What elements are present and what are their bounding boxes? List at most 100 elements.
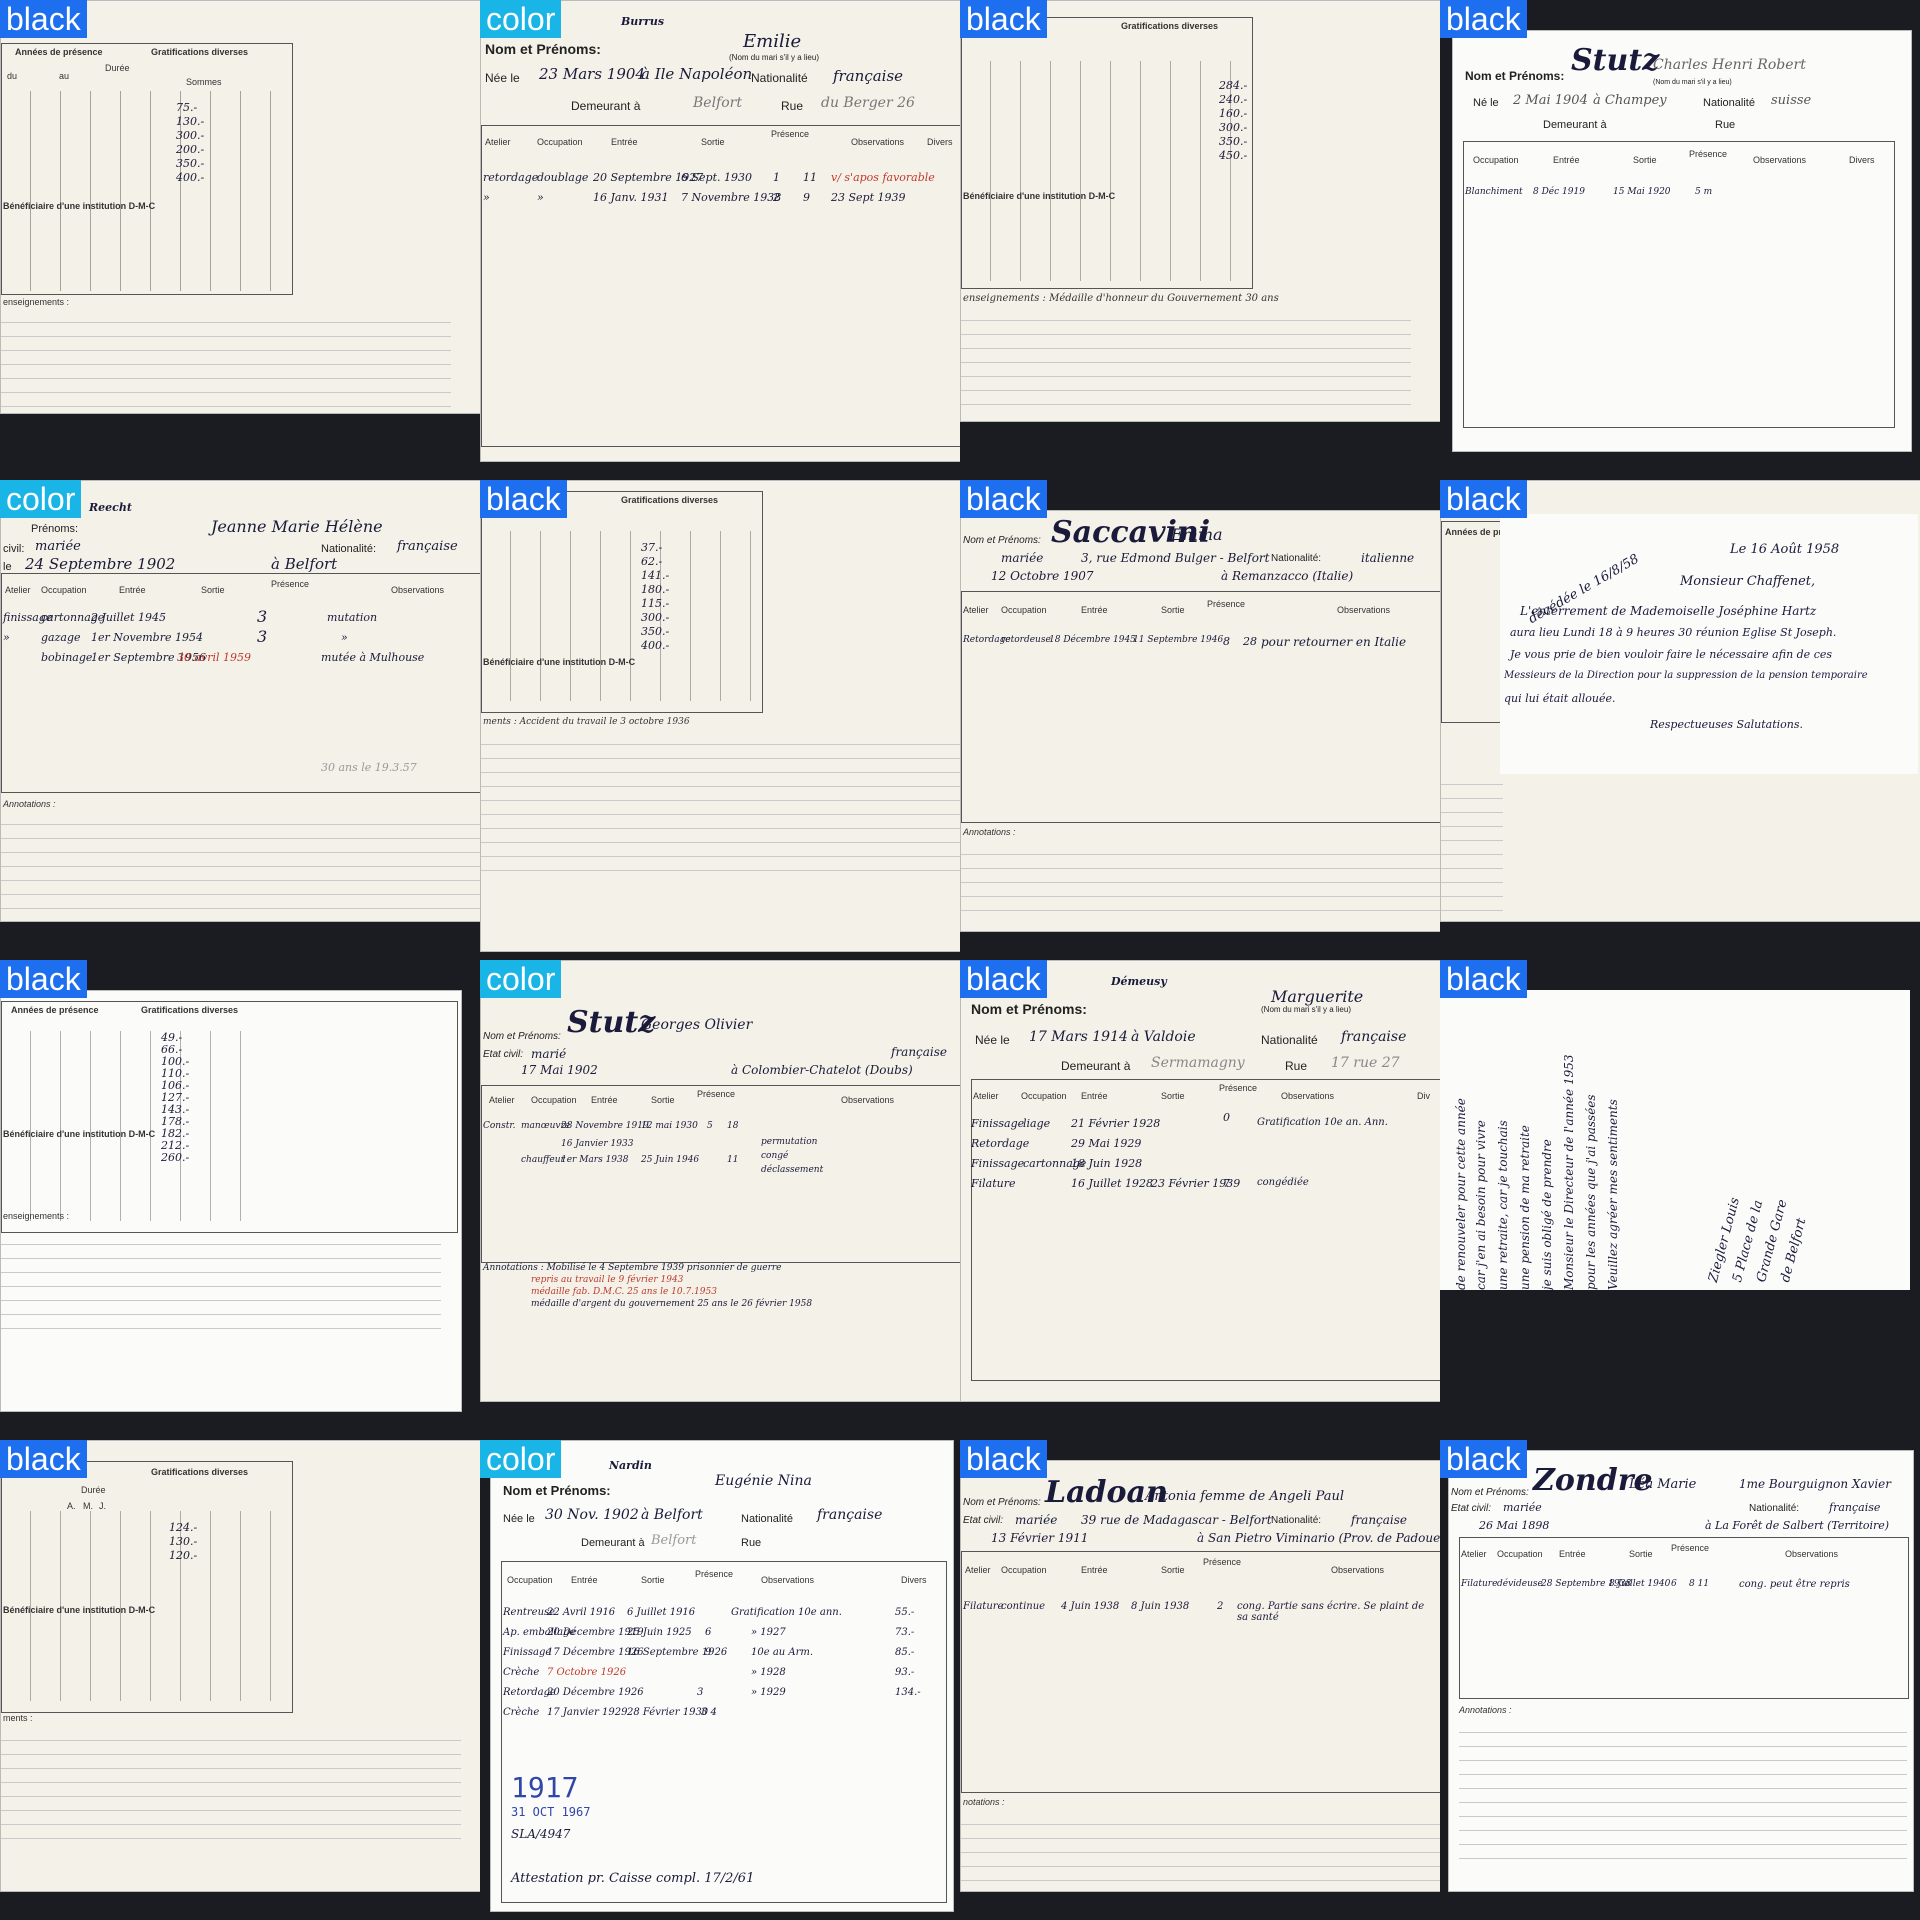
obs: Gratification 10e an. Ann. xyxy=(1257,1117,1388,1128)
letter-line: de renouveler pour cette année xyxy=(1454,1098,1468,1290)
sum-4: 350.- xyxy=(1219,135,1248,148)
surname: Burrus xyxy=(621,15,665,28)
col-atelier: Atelier xyxy=(965,1565,991,1575)
col-occupation: Occupation xyxy=(1001,1565,1047,1575)
rue-label: Rue xyxy=(1285,1059,1308,1073)
sum-0: 37.- xyxy=(641,541,663,554)
cell: » xyxy=(537,191,544,204)
benef-label: Bénéficiaire d'une institution D-M-C xyxy=(3,1129,156,1139)
col-sortie: Sortie xyxy=(641,1575,665,1585)
birthdate: 24 Septembre 1902 xyxy=(25,555,176,573)
enseign-label: enseignements : Médaille d'honneur du Go… xyxy=(963,293,1279,304)
record-card: Nom et Prénoms: Saccavini Emma mariée 3,… xyxy=(960,510,1440,932)
cell: 85.- xyxy=(895,1647,915,1658)
cell: 12 mai 1930 xyxy=(641,1121,698,1131)
enseign-label: ments : Accident du travail le 3 octobre… xyxy=(483,717,690,727)
cell: dévideuse xyxy=(1497,1579,1543,1589)
sum-1: 130.- xyxy=(176,115,205,128)
sum: 120.- xyxy=(169,1549,198,1562)
header-grat: Gratifications diverses xyxy=(621,495,719,505)
col-presence: Présence xyxy=(1203,1557,1242,1567)
obs: permutation xyxy=(761,1137,818,1147)
cell: 5 xyxy=(707,1121,713,1131)
cell: 55.- xyxy=(895,1607,915,1618)
sum: 124.- xyxy=(169,1521,198,1534)
mode-tag: black xyxy=(1440,1440,1527,1478)
mode-tag: black xyxy=(960,0,1047,38)
birthdate: 13 Février 1911 xyxy=(991,1531,1089,1545)
letter: décédée le 16/8/58 Le 16 Août 1958 Monsi… xyxy=(1500,514,1918,774)
cell: 8 11 xyxy=(1689,1579,1710,1589)
address: 3, rue Edmond Bulger - Belfort xyxy=(1081,551,1270,565)
birthplace: à Ile Napoléon xyxy=(641,65,753,83)
col-occupation: Occupation xyxy=(531,1095,577,1105)
cell: 7 Octobre 1926 xyxy=(547,1667,627,1678)
dem-label: Demeurant à xyxy=(1543,119,1607,131)
cell: 93.- xyxy=(895,1667,915,1678)
col-sortie: Sortie xyxy=(1161,1091,1185,1101)
letter-line: Veuillez agréer mes sentiments xyxy=(1606,1099,1620,1290)
cell: gazage xyxy=(41,631,81,644)
enseign-label: enseignements : xyxy=(3,1211,70,1221)
obs: pour retourner en Italie xyxy=(1261,635,1407,649)
col-presence: Présence xyxy=(771,129,810,139)
cell: 20 Décembre 1926 xyxy=(547,1687,644,1698)
tile-10: color Nom et Prénoms: Stutz Georges Oliv… xyxy=(480,960,960,1440)
mode-tag: color xyxy=(480,1440,562,1478)
col-observations: Observations xyxy=(761,1575,815,1585)
cell: Retordage xyxy=(971,1137,1030,1150)
enseign-label: ments : xyxy=(3,1713,33,1723)
col-observations: Observations xyxy=(1337,605,1391,615)
civil: marié xyxy=(531,1047,567,1061)
cell: 8 Juin 1938 xyxy=(1131,1601,1190,1612)
cell: 8 xyxy=(1223,635,1230,648)
cell: Filature xyxy=(971,1177,1016,1190)
cell: retordeuse xyxy=(1001,635,1051,645)
cell: 15 Mai 1920 xyxy=(1613,187,1671,197)
nee-label: Née le xyxy=(485,71,520,85)
sum-2: 160.- xyxy=(1219,107,1248,120)
nationality: française xyxy=(397,539,458,554)
letter-line: Respectueuses Salutations. xyxy=(1650,718,1804,731)
cell: 8 Déc 1919 xyxy=(1533,187,1585,197)
rue-label: Rue xyxy=(781,99,804,113)
address: 39 rue de Madagascar - Belfort xyxy=(1081,1513,1272,1527)
cell: retordage xyxy=(483,171,539,184)
nationality: française xyxy=(891,1045,948,1059)
street: du Berger 26 xyxy=(821,95,915,111)
residence: Belfort xyxy=(693,95,742,111)
civil-label: Etat civil: xyxy=(963,1515,1004,1526)
header-grat: Gratifications diverses xyxy=(151,1467,249,1477)
firstname: Emilie xyxy=(743,31,802,52)
sum-5: 300.- xyxy=(641,611,670,624)
cell: 10e au Arm. xyxy=(751,1647,814,1658)
col-atelier: Atelier xyxy=(973,1091,999,1101)
nom-label: Nom et Prénoms: xyxy=(483,1031,561,1042)
mode-tag: black xyxy=(1440,480,1527,518)
cell: 6 Sept. 1930 xyxy=(681,171,752,184)
col-j: J. xyxy=(99,1501,107,1511)
cell: 3 4 xyxy=(701,1707,717,1718)
tile-7: black Nom et Prénoms: Saccavini Emma mar… xyxy=(960,480,1440,960)
col-observations: Observations xyxy=(1331,1565,1385,1575)
record-card: Nom et Prénoms: Stutz Charles Henri Robe… xyxy=(1452,30,1912,452)
cell: 6 xyxy=(705,1627,712,1638)
cell: » xyxy=(483,191,490,204)
firstname: Emma xyxy=(1171,525,1223,544)
cell: Filature xyxy=(1461,1579,1498,1589)
cell: 2 xyxy=(1217,1601,1224,1612)
residence: Belfort xyxy=(651,1533,697,1548)
cell: bobinage xyxy=(41,651,93,664)
birthplace: à La Forêt de Salbert (Territoire) xyxy=(1705,1519,1890,1532)
nationality: française xyxy=(817,1507,883,1523)
street: 17 rue 27 xyxy=(1331,1055,1400,1071)
nom-label: Nom et Prénoms: xyxy=(963,1497,1041,1508)
birthplace: à Valdoie xyxy=(1131,1029,1196,1045)
record-card: Nom et Prénoms: Zondre Léa Marie 1me Bou… xyxy=(1448,1450,1914,1892)
sum-3: 200.- xyxy=(176,143,205,156)
col-sortie: Sortie xyxy=(201,585,225,595)
record-card: Gratifications diverses 37.- 62.- 141.- … xyxy=(480,480,960,952)
col-sortie: Sortie xyxy=(701,137,725,147)
sum-0: 75.- xyxy=(176,101,198,114)
cell: 5 m xyxy=(1695,187,1713,197)
